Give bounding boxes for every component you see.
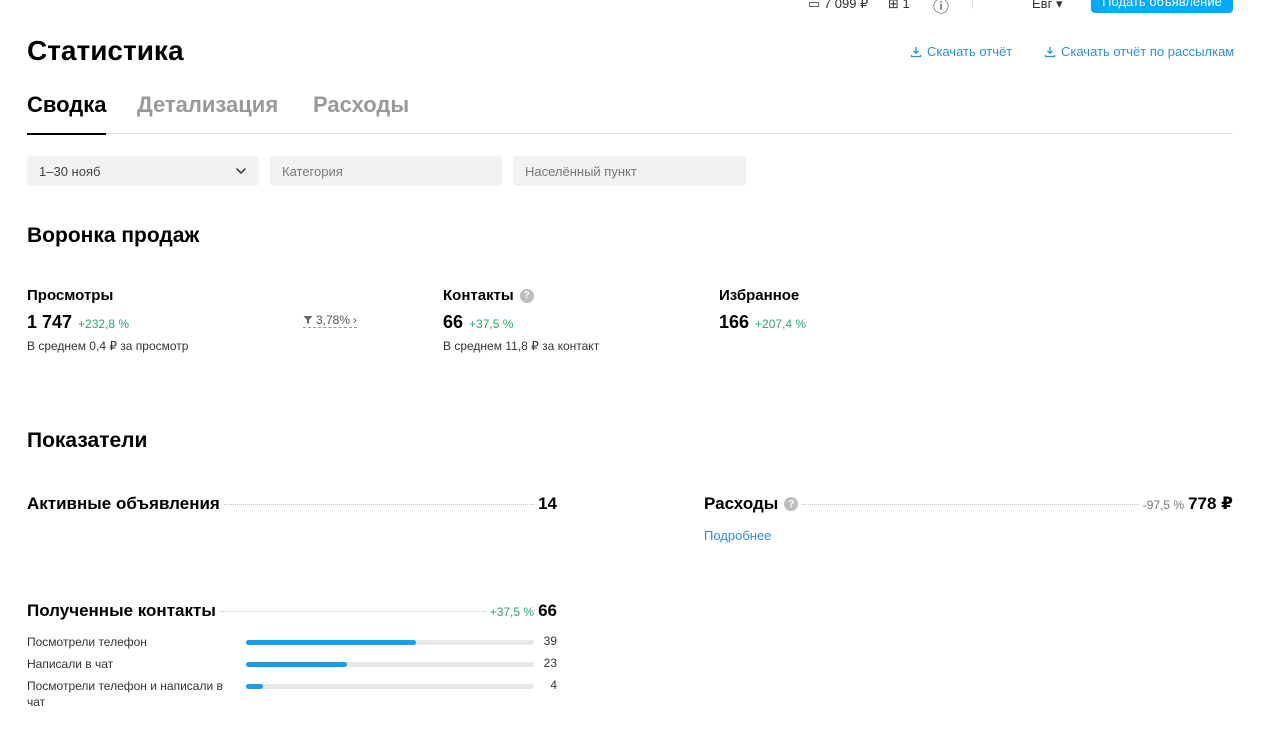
download-report-label: Скачать отчёт: [927, 44, 1013, 59]
profile-menu[interactable]: Евг ▾: [1032, 0, 1062, 12]
tab-bar: Сводка Детализация Расходы: [27, 92, 1233, 135]
download-icon: [1044, 46, 1056, 57]
contacts-received-value: 66: [538, 601, 557, 620]
wallet-balance-value: 7 099 ₽: [823, 0, 869, 11]
contacts-received-row: Полученные контакты +37,5 % 66: [27, 601, 557, 621]
views-value: 1 747: [27, 312, 73, 332]
page-title: Статистика: [27, 35, 184, 66]
breakdown-value: 39: [543, 634, 557, 648]
breakdown-value: 4: [550, 678, 557, 692]
expenses-row: Расходы ? -97,5 % 778 ₽: [704, 494, 1233, 514]
contacts-metric: 66 +37,5 %: [443, 312, 513, 333]
expenses-delta: -97,5 %: [1142, 498, 1185, 512]
expenses-more-link[interactable]: Подробнее: [704, 528, 771, 543]
views-delta: +232,8 %: [78, 317, 130, 331]
tab-expenses[interactable]: Расходы: [313, 92, 409, 134]
help-icon[interactable]: ?: [519, 288, 534, 303]
breakdown-label: Посмотрели телефон: [27, 635, 147, 649]
contacts-delta: +37,5 %: [469, 317, 514, 331]
download-icon: [910, 46, 922, 57]
wallet-balance[interactable]: ▭ 7 099 ₽: [808, 0, 868, 12]
views-label: Просмотры: [27, 287, 113, 304]
views-note: В среднем 0,4 ₽ за просмотр: [27, 339, 189, 353]
cart-count: 1: [902, 0, 910, 11]
views-label-text: Просмотры: [27, 287, 114, 304]
download-mailing-report-link[interactable]: Скачать отчёт по рассылкам: [1044, 44, 1234, 59]
breakdown-label: Написали в чат: [27, 657, 114, 671]
active-ads-row: Активные объявления 14: [27, 494, 557, 514]
active-ads-label: Активные объявления: [27, 494, 220, 513]
breakdown-bar: [246, 640, 416, 645]
expenses-label: Расходы ?: [704, 494, 799, 514]
dotted-leader: [802, 504, 1139, 505]
chevron-right-icon: ›: [353, 313, 358, 327]
breakdown-track: [246, 684, 534, 689]
tab-summary[interactable]: Сводка: [27, 92, 107, 135]
period-value: 1–30 нояб: [39, 163, 101, 179]
help-icon[interactable]: ?: [784, 497, 799, 511]
expenses-label-text: Расходы: [704, 494, 779, 513]
info-icon[interactable]: ⓘ: [933, 0, 949, 14]
contacts-value: 66: [443, 312, 464, 332]
active-ads-value: 14: [538, 494, 557, 513]
contacts-label: Контакты ?: [443, 287, 534, 304]
contacts-received-label: Полученные контакты: [27, 601, 216, 620]
views-metric: 1 747 +232,8 %: [27, 312, 129, 333]
favorites-label: Избранное: [719, 287, 799, 304]
breakdown-track: [246, 640, 534, 645]
location-placeholder: Населённый пункт: [525, 163, 637, 179]
dotted-leader: [223, 504, 535, 505]
contacts-label-text: Контакты: [443, 287, 514, 304]
contacts-received-delta: +37,5 %: [489, 605, 535, 619]
download-mailing-report-label: Скачать отчёт по рассылкам: [1061, 44, 1235, 59]
favorites-metric: 166 +207,4 %: [719, 312, 806, 333]
funnel-title: Воронка продаж: [27, 224, 200, 247]
tab-details[interactable]: Детализация: [137, 92, 278, 134]
favorites-label-text: Избранное: [719, 287, 800, 304]
expenses-value: 778 ₽: [1188, 494, 1233, 513]
breakdown-bar: [246, 662, 347, 667]
indicators-title: Показатели: [27, 429, 148, 452]
chevron-down-icon: [235, 167, 247, 175]
breakdown-bar: [246, 684, 264, 689]
funnel-icon: [303, 316, 313, 324]
category-placeholder: Категория: [282, 163, 343, 179]
favorites-delta: +207,4 %: [755, 317, 807, 331]
download-report-link[interactable]: Скачать отчёт: [910, 44, 1012, 59]
location-select[interactable]: Населённый пункт: [513, 156, 746, 186]
top-bar: ▭ 7 099 ₽ ⊞ 1 ⓘ Евг ▾ Подать объявление: [0, 0, 1280, 14]
dotted-leader: [219, 611, 486, 612]
cart-link[interactable]: ⊞ 1: [888, 0, 910, 12]
contacts-note: В среднем 11,8 ₽ за контакт: [443, 339, 600, 353]
conversion-value: 3,78%: [316, 313, 351, 327]
post-ad-button[interactable]: Подать объявление: [1091, 0, 1233, 13]
conversion-link[interactable]: 3,78% ›: [303, 313, 358, 328]
breakdown-label: Посмотрели телефон и написали в чат: [27, 679, 223, 709]
breakdown-value: 23: [543, 656, 557, 670]
period-select[interactable]: 1–30 нояб: [27, 156, 259, 186]
favorites-value: 166: [719, 312, 750, 332]
category-select[interactable]: Категория: [270, 156, 502, 186]
profile-name: Евг: [1032, 0, 1053, 11]
top-bar-divider: [972, 0, 973, 9]
breakdown-track: [246, 662, 534, 667]
